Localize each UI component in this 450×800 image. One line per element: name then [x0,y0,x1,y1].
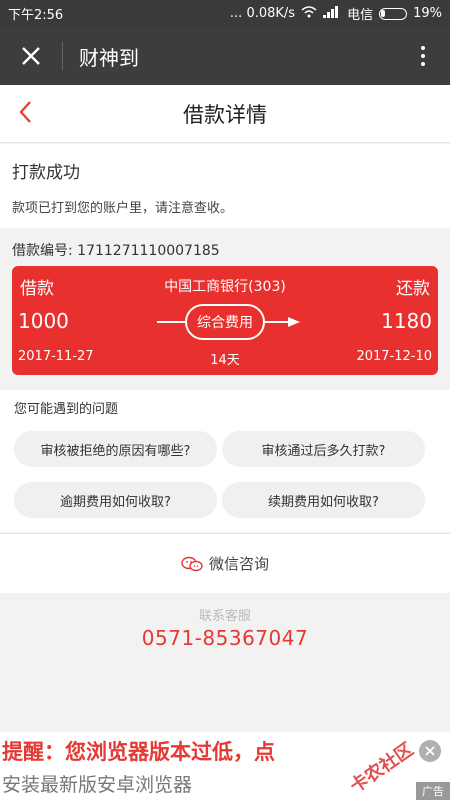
service-label: 联系客服 [198,609,251,624]
chevron-left-icon [19,101,31,123]
ad-subline: 安装最新版安卓浏览器 [2,774,193,796]
close-button[interactable] [0,27,62,85]
status-bar: 下午2:56 ... 0.08K/s 电信 19% [0,0,450,27]
ad-close-button[interactable] [419,740,441,762]
loan-id: 借款编号: 1711271110007185 [12,243,220,259]
close-icon [21,39,41,74]
status-indicators: ... 0.08K/s 电信 19% [230,4,442,23]
fee-button[interactable]: 综合费用 [185,304,265,340]
network-speed: ... 0.08K/s [229,6,296,21]
arrow-right-icon [288,317,300,327]
ad-tag: 广告 [416,782,450,800]
status-time: 下午2:56 [8,8,64,23]
more-dot [421,46,425,50]
faq-question[interactable]: 审核被拒绝的原因有哪些? [14,431,217,467]
more-dot [421,54,425,58]
faq-section: 您可能遇到的问题 审核被拒绝的原因有哪些? 审核通过后多久打款? 逾期费用如何收… [0,390,450,532]
loan-card: 借款 中国工商银行(303) 还款 1000 1180 综合费用 2017-11… [12,266,438,375]
service-phone[interactable]: 0571-85367047 [0,626,450,650]
faq-question[interactable]: 续期费用如何收取? [222,482,425,518]
signal-icon [323,5,341,22]
faq-question[interactable]: 审核通过后多久打款? [222,431,425,467]
battery-level: 19% [413,6,442,21]
page-title: 借款详情 [183,102,267,127]
bank-name: 中国工商银行(303) [164,279,286,295]
app-bar: 财神到 [0,27,450,85]
faq-question[interactable]: 逾期费用如何收取? [14,482,217,518]
wechat-icon [181,556,203,572]
carrier-label: 电信 [347,8,374,23]
payment-success-panel: 打款成功 款项已打到您的账户里，请注意查收。 [0,144,450,228]
success-description: 款项已打到您的账户里，请注意查收。 [12,201,234,216]
borrow-amount: 1000 [18,309,69,333]
repay-amount: 1180 [381,309,432,333]
success-title: 打款成功 [12,163,80,183]
close-icon [425,746,435,756]
wechat-consult-button[interactable]: 微信咨询 [0,533,450,593]
page-header: 借款详情 [0,85,450,143]
wifi-icon [301,5,317,22]
customer-service: 联系客服 0571-85367047 [0,596,450,650]
end-date: 2017-12-10 [356,349,432,364]
battery-icon [379,7,408,20]
back-button[interactable] [18,98,32,131]
ad-headline: 提醒：您浏览器版本过低，点 [2,740,275,764]
repay-label: 还款 [396,279,430,299]
wechat-label: 微信咨询 [208,555,269,573]
faq-title: 您可能遇到的问题 [14,402,119,417]
more-options-button[interactable] [396,27,450,85]
more-dot [421,62,425,66]
ad-banner[interactable]: 提醒：您浏览器版本过低，点 安装最新版安卓浏览器 卡农社区 广告 [0,732,450,800]
app-title: 财神到 [79,45,139,70]
watermark: 卡农社区 [346,738,418,798]
